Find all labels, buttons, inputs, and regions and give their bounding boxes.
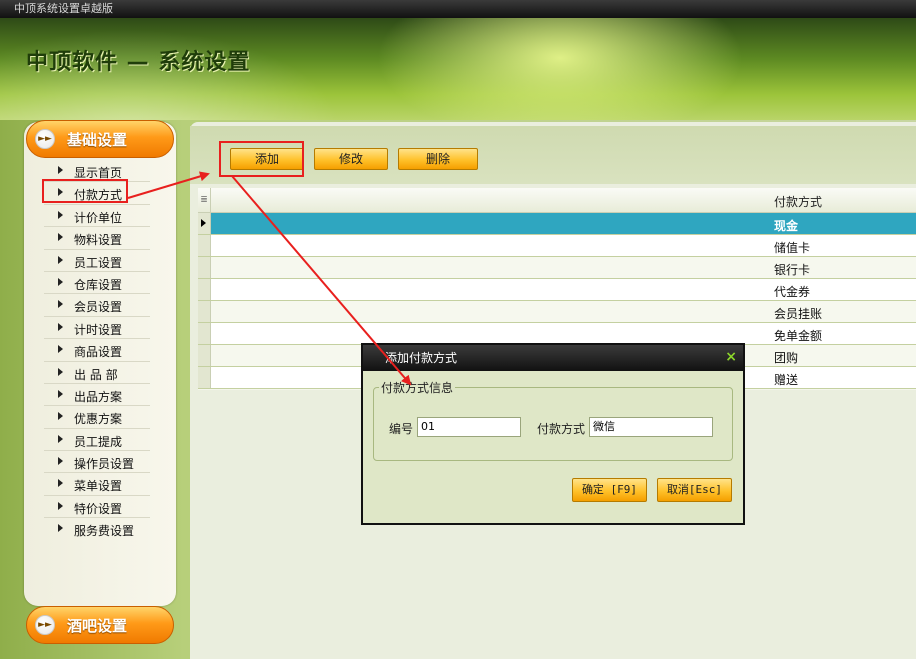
- sidebar-item-label: 员工设置: [74, 255, 123, 270]
- row-indicator: [198, 323, 211, 344]
- current-row-icon: [201, 219, 206, 227]
- triangle-icon: [58, 412, 63, 421]
- code-field[interactable]: 01: [417, 417, 521, 437]
- table-row[interactable]: 代金券: [198, 279, 916, 301]
- triangle-icon: [58, 524, 63, 533]
- sidebar-item-label: 商品设置: [74, 345, 123, 360]
- expand-icon: ►►: [35, 615, 55, 635]
- grid-corner-icon[interactable]: ≣: [198, 188, 211, 212]
- triangle-icon: [58, 479, 63, 488]
- sidebar-section-label: 酒吧设置: [67, 617, 128, 635]
- triangle-icon: [58, 210, 63, 219]
- sidebar-item-label: 特价设置: [74, 501, 123, 516]
- triangle-icon: [58, 255, 63, 264]
- sidebar-item-label: 会员设置: [74, 300, 123, 315]
- table-cell: 代金券: [774, 285, 811, 299]
- sidebar-item-menu[interactable]: 菜单设置: [44, 473, 150, 496]
- sidebar-item-operators[interactable]: 操作员设置: [44, 451, 150, 474]
- row-indicator: [198, 257, 211, 278]
- edit-button[interactable]: 修改: [314, 148, 388, 170]
- sidebar-item-label: 服务费设置: [74, 524, 135, 539]
- code-label: 编号: [389, 422, 414, 436]
- triangle-icon: [58, 166, 63, 174]
- grid-header: ≣ 付款方式: [198, 188, 916, 213]
- sidebar-item-label: 物料设置: [74, 233, 123, 248]
- sidebar-item-output-dept[interactable]: 出 品 部: [44, 362, 150, 384]
- triangle-icon: [58, 367, 63, 376]
- triangle-icon: [58, 434, 63, 443]
- window-title: 中顶系统设置卓越版: [14, 2, 113, 15]
- table-row[interactable]: 储值卡: [198, 235, 916, 257]
- table-cell: 团购: [774, 351, 799, 365]
- sidebar-item-label: 计价单位: [74, 210, 123, 225]
- table-cell: 免单金额: [774, 329, 823, 343]
- triangle-icon: [58, 345, 63, 354]
- sidebar-item-commission[interactable]: 员工提成: [44, 429, 150, 452]
- add-payment-method-dialog: 添加付款方式 × 付款方式信息 编号 01 付款方式 微信 确定 [F9] 取消…: [361, 343, 745, 525]
- table-cell: 现金: [774, 219, 799, 233]
- table-row[interactable]: 会员挂账: [198, 301, 916, 323]
- table-row[interactable]: 免单金额: [198, 323, 916, 345]
- row-indicator: [198, 213, 211, 234]
- table-cell: 赠送: [774, 373, 799, 387]
- table-cell: 储值卡: [774, 241, 811, 255]
- triangle-icon: [58, 501, 63, 510]
- table-row[interactable]: 现金: [198, 213, 916, 235]
- sidebar-item-products[interactable]: 商品设置: [44, 339, 150, 362]
- sidebar-item-materials[interactable]: 物料设置: [44, 227, 150, 250]
- delete-button[interactable]: 删除: [398, 148, 478, 170]
- close-icon[interactable]: ×: [725, 350, 737, 364]
- sidebar-item-label: 仓库设置: [74, 277, 123, 292]
- sidebar-item-output-plan[interactable]: 出品方案: [44, 384, 150, 407]
- sidebar-item-label: 操作员设置: [74, 457, 135, 472]
- triangle-icon: [58, 233, 63, 242]
- triangle-icon: [58, 389, 63, 398]
- highlight-box-payment: [42, 179, 128, 203]
- table-cell: 银行卡: [774, 263, 811, 277]
- sidebar-item-label: 员工提成: [74, 434, 123, 449]
- sidebar-item-label: 菜单设置: [74, 479, 123, 494]
- highlight-box-add: [219, 141, 304, 177]
- sidebar-item-units[interactable]: 计价单位: [44, 205, 150, 228]
- window-titlebar: 中顶系统设置卓越版: [0, 0, 916, 18]
- page-title: 中顶软件 — 系统设置: [26, 50, 251, 75]
- row-indicator: [198, 367, 211, 388]
- payment-method-field[interactable]: 微信: [589, 417, 713, 437]
- column-header-payment-method[interactable]: 付款方式: [774, 193, 822, 210]
- sidebar-item-service-fee[interactable]: 服务费设置: [44, 518, 150, 540]
- triangle-icon: [58, 457, 63, 466]
- triangle-icon: [58, 322, 63, 331]
- sidebar-item-discounts[interactable]: 优惠方案: [44, 406, 150, 429]
- sidebar-section-bar[interactable]: ►► 酒吧设置: [26, 606, 174, 644]
- sidebar-item-timing[interactable]: 计时设置: [44, 317, 150, 340]
- row-indicator: [198, 301, 211, 322]
- group-legend: 付款方式信息: [379, 379, 456, 396]
- sidebar-section-label: 基础设置: [67, 131, 128, 149]
- dialog-title[interactable]: 添加付款方式: [363, 345, 743, 371]
- sidebar-item-label: 优惠方案: [74, 412, 123, 427]
- sidebar-item-warehouse[interactable]: 仓库设置: [44, 272, 150, 295]
- row-indicator: [198, 279, 211, 300]
- cancel-button[interactable]: 取消[Esc]: [657, 478, 732, 502]
- sidebar-item-special-price[interactable]: 特价设置: [44, 496, 150, 519]
- table-row[interactable]: 银行卡: [198, 257, 916, 279]
- sidebar-item-label: 计时设置: [74, 322, 123, 337]
- ok-button[interactable]: 确定 [F9]: [572, 478, 647, 502]
- sidebar-item-members[interactable]: 会员设置: [44, 294, 150, 317]
- table-cell: 会员挂账: [774, 307, 823, 321]
- payment-method-label: 付款方式: [537, 422, 586, 436]
- expand-icon: ►►: [35, 129, 55, 149]
- triangle-icon: [58, 300, 63, 309]
- triangle-icon: [58, 277, 63, 286]
- sidebar-item-staff[interactable]: 员工设置: [44, 250, 150, 272]
- row-indicator: [198, 345, 211, 366]
- sidebar-item-label: 出品方案: [74, 389, 123, 404]
- row-indicator: [198, 235, 211, 256]
- sidebar-menu: 显示首页 付款方式 计价单位 物料设置 员工设置 仓库设置 会员设置 计时设置 …: [44, 160, 150, 541]
- sidebar-section-basic[interactable]: ►► 基础设置: [26, 120, 174, 158]
- sidebar-item-label: 出 品 部: [74, 367, 118, 382]
